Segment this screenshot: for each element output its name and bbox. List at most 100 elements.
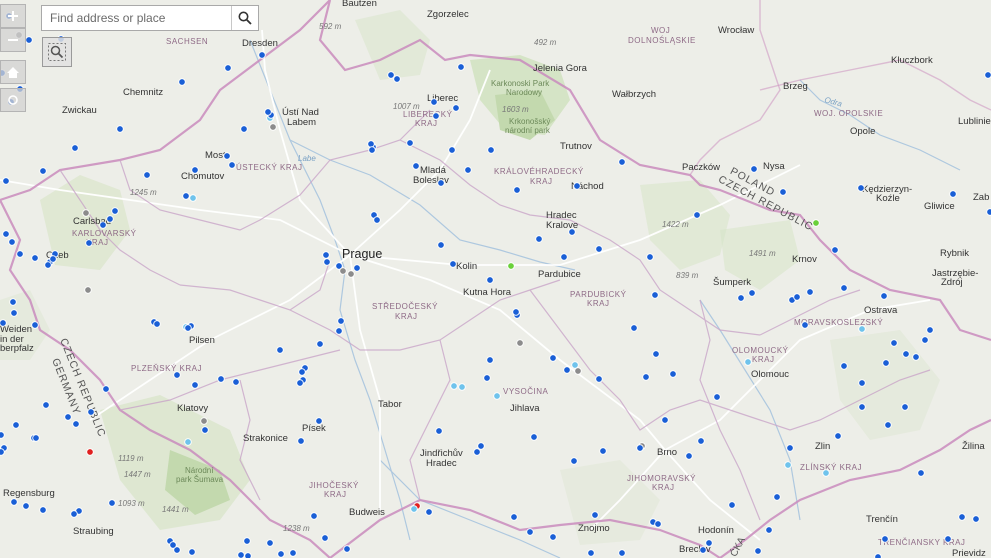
- station-point[interactable]: [972, 515, 980, 523]
- station-point[interactable]: [806, 288, 814, 296]
- station-point[interactable]: [25, 36, 33, 44]
- station-point[interactable]: [339, 267, 347, 275]
- station-point[interactable]: [571, 361, 579, 369]
- station-point[interactable]: [984, 71, 991, 79]
- station-point[interactable]: [744, 358, 752, 366]
- station-point[interactable]: [169, 541, 177, 549]
- station-point[interactable]: [322, 251, 330, 259]
- station-point[interactable]: [457, 63, 465, 71]
- station-point[interactable]: [277, 550, 285, 558]
- station-point[interactable]: [884, 421, 892, 429]
- station-point[interactable]: [618, 158, 626, 166]
- station-point[interactable]: [750, 165, 758, 173]
- station-point[interactable]: [106, 215, 114, 223]
- station-point[interactable]: [269, 123, 277, 131]
- station-point[interactable]: [425, 508, 433, 516]
- station-point[interactable]: [737, 294, 745, 302]
- station-point[interactable]: [64, 413, 72, 421]
- station-point[interactable]: [12, 421, 20, 429]
- station-point[interactable]: [410, 505, 418, 513]
- station-point[interactable]: [432, 112, 440, 120]
- station-point[interactable]: [661, 416, 669, 424]
- station-point[interactable]: [822, 469, 830, 477]
- station-point[interactable]: [452, 104, 460, 112]
- station-point[interactable]: [343, 545, 351, 553]
- station-point[interactable]: [599, 447, 607, 455]
- station-point[interactable]: [705, 539, 713, 547]
- station-point[interactable]: [697, 437, 705, 445]
- station-point[interactable]: [16, 250, 24, 258]
- station-point[interactable]: [890, 339, 898, 347]
- station-point[interactable]: [368, 146, 376, 154]
- station-point[interactable]: [765, 526, 773, 534]
- station-point[interactable]: [793, 293, 801, 301]
- station-point[interactable]: [191, 166, 199, 174]
- station-point[interactable]: [42, 401, 50, 409]
- station-point[interactable]: [507, 262, 515, 270]
- station-point[interactable]: [563, 366, 571, 374]
- station-point[interactable]: [223, 152, 231, 160]
- station-point[interactable]: [2, 177, 10, 185]
- station-point[interactable]: [699, 546, 707, 554]
- station-point[interactable]: [646, 253, 654, 261]
- station-point[interactable]: [669, 370, 677, 378]
- station-point[interactable]: [143, 171, 151, 179]
- station-point[interactable]: [321, 534, 329, 542]
- station-point[interactable]: [266, 539, 274, 547]
- station-point[interactable]: [880, 292, 888, 300]
- station-point[interactable]: [858, 325, 866, 333]
- station-point[interactable]: [840, 362, 848, 370]
- station-point[interactable]: [535, 235, 543, 243]
- station-point[interactable]: [393, 75, 401, 83]
- station-point[interactable]: [464, 166, 472, 174]
- station-point[interactable]: [184, 438, 192, 446]
- station-point[interactable]: [116, 125, 124, 133]
- station-point[interactable]: [636, 444, 644, 452]
- station-point[interactable]: [39, 506, 47, 514]
- station-point[interactable]: [652, 350, 660, 358]
- station-point[interactable]: [86, 448, 94, 456]
- station-point[interactable]: [353, 264, 361, 272]
- station-point[interactable]: [568, 228, 576, 236]
- station-point[interactable]: [591, 511, 599, 519]
- station-point[interactable]: [493, 392, 501, 400]
- station-point[interactable]: [526, 528, 534, 536]
- station-point[interactable]: [435, 427, 443, 435]
- station-point[interactable]: [858, 403, 866, 411]
- station-point[interactable]: [367, 140, 375, 148]
- station-point[interactable]: [448, 146, 456, 154]
- station-point[interactable]: [516, 339, 524, 347]
- station-point[interactable]: [347, 270, 355, 278]
- station-point[interactable]: [944, 535, 952, 543]
- station-point[interactable]: [232, 378, 240, 386]
- station-point[interactable]: [22, 502, 30, 510]
- station-point[interactable]: [84, 286, 92, 294]
- station-point[interactable]: [882, 359, 890, 367]
- station-point[interactable]: [812, 219, 820, 227]
- station-point[interactable]: [786, 444, 794, 452]
- station-point[interactable]: [0, 431, 5, 439]
- station-point[interactable]: [240, 125, 248, 133]
- station-point[interactable]: [430, 98, 438, 106]
- station-point[interactable]: [986, 208, 991, 216]
- station-point[interactable]: [685, 452, 693, 460]
- station-point[interactable]: [483, 374, 491, 382]
- search-button[interactable]: [231, 6, 258, 30]
- station-point[interactable]: [178, 78, 186, 86]
- station-point[interactable]: [874, 553, 882, 558]
- station-point[interactable]: [72, 420, 80, 428]
- station-point[interactable]: [297, 437, 305, 445]
- station-point[interactable]: [70, 510, 78, 518]
- map-canvas[interactable]: POLAND CZECH REPUBLIC CZECH REPUBLIC GER…: [0, 0, 991, 558]
- station-point[interactable]: [949, 190, 957, 198]
- station-point[interactable]: [39, 167, 47, 175]
- station-point[interactable]: [858, 379, 866, 387]
- station-point[interactable]: [773, 493, 781, 501]
- station-point[interactable]: [902, 350, 910, 358]
- station-point[interactable]: [200, 417, 208, 425]
- station-point[interactable]: [857, 184, 865, 192]
- station-point[interactable]: [754, 547, 762, 555]
- station-point[interactable]: [153, 320, 161, 328]
- station-point[interactable]: [510, 513, 518, 521]
- station-point[interactable]: [276, 346, 284, 354]
